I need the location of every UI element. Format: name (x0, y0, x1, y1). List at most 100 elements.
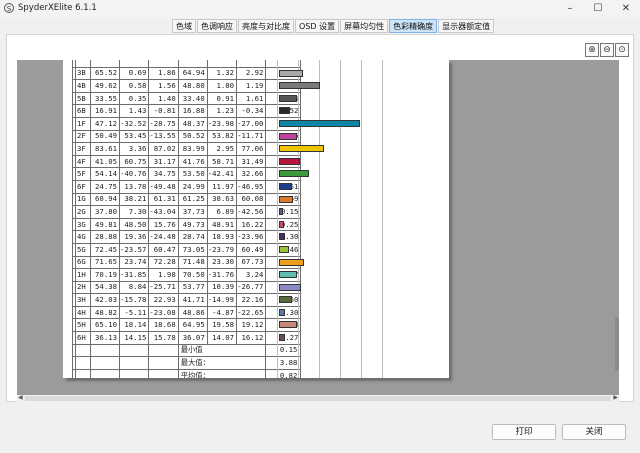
lab-value: 37.80 (90, 205, 120, 219)
empty-cell (118, 368, 150, 378)
delta-e-bar (279, 284, 302, 291)
table-row (72, 60, 302, 68)
patch-id: 2G (75, 205, 91, 219)
table-row: 6F24.7513.78-49.4824.9911.97-46.950.61 (72, 179, 302, 194)
vertical-scrollbar-thumb[interactable] (615, 318, 619, 370)
table-row: 4B49.620.581.5648.801.801.191.95 (72, 79, 302, 93)
scroll-right-arrow-icon[interactable]: ▶ (613, 394, 618, 401)
lab-value: 54.14 (90, 167, 120, 181)
empty-cell (75, 343, 91, 358)
scroll-left-arrow-icon[interactable]: ◀ (18, 394, 23, 401)
maximize-button[interactable]: ☐ (584, 0, 612, 18)
lab-value: 70.50 (177, 268, 208, 282)
delta-e-bar (279, 271, 298, 278)
print-preview[interactable]: 3B65.520.691.8664.941.322.921.154B49.620… (17, 60, 619, 395)
empty-cell (148, 343, 179, 358)
lab-value: -0.34 (236, 104, 267, 118)
lab-value: 48.91 (206, 217, 238, 232)
lab-value: 6.89 (206, 205, 238, 219)
lab-value: -23.79 (206, 242, 238, 257)
chart-gridline (319, 60, 320, 378)
horizontal-scrollbar-thumb[interactable] (25, 396, 611, 401)
window-close-button[interactable]: ✕ (612, 0, 640, 18)
tab-2[interactable]: 亮度与对比度 (238, 19, 294, 33)
table-row: 5H65.1018.1418.6864.9519.5819.120.88 (72, 318, 302, 333)
lab-value: -32.52 (118, 116, 150, 131)
lab-value: 65.10 (90, 318, 120, 333)
patch-id (75, 60, 91, 68)
lab-value: 49.81 (90, 217, 120, 232)
patch-id: 2F (75, 129, 91, 144)
delta-e-bar (279, 107, 290, 114)
tab-6[interactable]: 显示器额定值 (438, 19, 495, 33)
table-row: 1F47.12-32.52-28.7548.37-23.98-27.003.88 (72, 116, 302, 131)
table-row: 6B16.911.43-0.8116.881.23-0.340.52 (72, 104, 302, 118)
lab-value: 1.23 (206, 104, 238, 118)
tab-3[interactable]: OSD 设置 (295, 19, 340, 33)
lab-value: 1.40 (148, 91, 179, 106)
lab-value: 32.66 (236, 167, 267, 181)
lab-value: -49.48 (148, 179, 179, 194)
chart-gridline (361, 60, 362, 378)
patch-id: 6B (75, 104, 91, 118)
lab-value: 60.49 (236, 242, 267, 257)
lab-value: 1.80 (206, 79, 238, 93)
lab-value: 53.50 (177, 167, 208, 181)
lab-value: 60.94 (90, 192, 120, 207)
lab-value: 77.06 (236, 142, 267, 156)
table-row: 1H70.19-31.851.9870.50-31.763.240.87 (72, 268, 302, 282)
tab-4[interactable]: 屏幕均匀性 (340, 19, 389, 33)
patch-id: 3B (75, 66, 91, 81)
lab-value: 73.05 (177, 242, 208, 257)
patch-id: 1G (75, 192, 91, 207)
lab-value: 19.12 (236, 318, 267, 333)
zoom-in-icon[interactable]: ⊕ (585, 43, 599, 57)
delta-e-bar (279, 233, 286, 240)
lab-value: 58.71 (206, 154, 238, 169)
patch-id: 1F (75, 116, 91, 131)
table-row: 3B65.520.691.8664.941.322.921.15 (72, 66, 302, 81)
lab-value: 3.36 (118, 142, 150, 156)
print-button[interactable]: 打印 (492, 424, 556, 440)
lab-value: 37.73 (177, 205, 208, 219)
horizontal-scrollbar[interactable]: ◀ ▶ (17, 394, 619, 402)
lab-value: 1.19 (236, 79, 267, 93)
tab-5[interactable]: 色彩精确度 (389, 19, 438, 33)
delta-e-bar (279, 158, 301, 165)
lab-value: 22.16 (236, 293, 267, 307)
tab-1[interactable]: 色调响应 (197, 19, 237, 33)
minimize-button[interactable]: – (556, 0, 584, 18)
lab-value: 7.30 (118, 205, 150, 219)
patch-id: 4H (75, 305, 91, 320)
lab-value: 1.98 (148, 268, 179, 282)
lab-value: 18.68 (148, 318, 179, 333)
lab-value: 8.84 (118, 280, 150, 295)
lab-value: -31.76 (206, 268, 238, 282)
delta-e-bar (279, 259, 305, 266)
delta-e-bar (279, 309, 286, 316)
close-button[interactable]: 关闭 (562, 424, 626, 440)
delta-e-bar (279, 208, 283, 215)
lab-value: 15.76 (148, 217, 179, 232)
patch-id: 3F (75, 142, 91, 156)
zoom-out-icon[interactable]: ⊖ (600, 43, 614, 57)
lab-value: -26.77 (236, 280, 267, 295)
delta-e-bar (279, 183, 292, 190)
lab-value: 53.77 (177, 280, 208, 295)
lab-value: -4.87 (206, 305, 238, 320)
report-page: 3B65.520.691.8664.941.322.921.154B49.620… (63, 60, 449, 378)
lab-value: -28.75 (148, 116, 179, 131)
tab-0[interactable]: 色域 (172, 19, 196, 33)
lab-value: -0.81 (148, 104, 179, 118)
lab-value: 38.21 (118, 192, 150, 207)
lab-value: 47.12 (90, 116, 120, 131)
color-accuracy-table: 3B65.520.691.8664.941.322.921.154B49.620… (72, 60, 302, 378)
patch-id: 1H (75, 268, 91, 282)
lab-value: 71.65 (90, 255, 120, 270)
lab-value: 72.45 (90, 242, 120, 257)
delta-e-bar (279, 334, 285, 341)
lab-value: 87.02 (148, 142, 179, 156)
lab-value: 49.62 (90, 79, 120, 93)
table-row: 3F83.613.3687.0283.992.9577.062.14 (72, 142, 302, 156)
zoom-fit-icon[interactable]: ⊙ (615, 43, 629, 57)
